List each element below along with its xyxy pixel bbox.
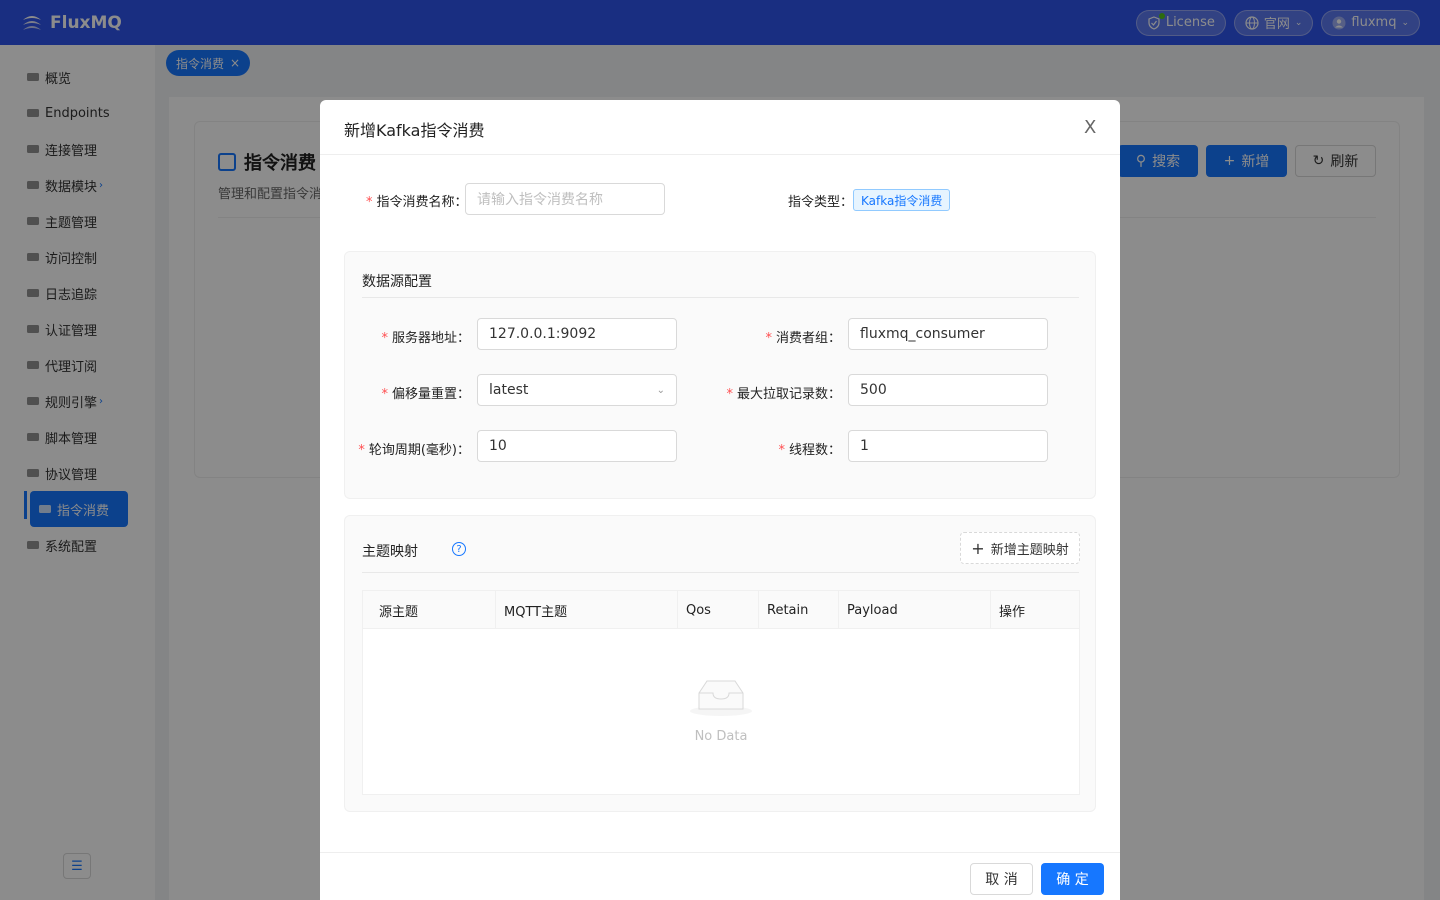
close-icon[interactable]: X	[1084, 117, 1102, 138]
confirm-button[interactable]: 确 定	[1041, 863, 1104, 895]
column-header: 源主题	[363, 591, 496, 629]
group-input[interactable]: fluxmq_consumer	[848, 318, 1048, 350]
modal-footer-divider	[320, 852, 1120, 853]
column-header: Payload	[839, 591, 991, 629]
divider	[362, 297, 1079, 298]
add-kafka-modal: 新增Kafka指令消费 X * 指令消费名称： 请输入指令消费名称 指令类型： K…	[320, 100, 1120, 900]
help-icon[interactable]: ?	[452, 542, 466, 556]
modal-title: 新增Kafka指令消费	[344, 121, 485, 140]
threads-input[interactable]: 1	[848, 430, 1048, 462]
name-label: * 指令消费名称：	[366, 195, 468, 210]
column-header: MQTT主题	[496, 591, 678, 629]
max-records-label: * 最大拉取记录数：	[726, 387, 841, 402]
offset-select[interactable]: latest ⌄	[477, 374, 677, 406]
server-label: * 服务器地址：	[381, 331, 470, 346]
poll-label: * 轮询周期(毫秒)：	[358, 443, 470, 458]
offset-label: * 偏移量重置：	[381, 387, 470, 402]
datasource-title: 数据源配置	[362, 274, 432, 290]
server-input[interactable]: 127.0.0.1:9092	[477, 318, 677, 350]
type-label: 指令类型：	[788, 195, 854, 210]
max-records-input[interactable]: 500	[848, 374, 1048, 406]
table-header: 源主题 MQTT主题 Qos Retain Payload 操作	[363, 591, 1079, 629]
column-header: Qos	[678, 591, 759, 629]
add-mapping-button[interactable]: + 新增主题映射	[960, 532, 1080, 564]
add-mapping-label: 新增主题映射	[990, 542, 1069, 558]
chevron-down-icon: ⌄	[656, 384, 665, 396]
divider	[362, 572, 1079, 573]
empty-text: No Data	[694, 729, 748, 744]
type-tag: Kafka指令消费	[853, 189, 951, 211]
name-input[interactable]: 请输入指令消费名称	[465, 183, 665, 215]
datasource-section: 数据源配置 * 服务器地址： 127.0.0.1:9092 * 消费者组： flux…	[344, 251, 1096, 499]
poll-input[interactable]: 10	[477, 430, 677, 462]
cancel-button[interactable]: 取 消	[970, 863, 1033, 895]
column-header: Retain	[759, 591, 839, 629]
group-label: * 消费者组：	[765, 331, 841, 346]
topic-mapping-section: 主题映射 ? + 新增主题映射 源主题 MQTT主题 Qos Retain Pa…	[344, 515, 1096, 812]
empty-state: No Data	[363, 677, 1079, 744]
plus-icon: +	[971, 538, 985, 558]
column-header: 操作	[999, 604, 1026, 620]
empty-inbox-icon	[690, 680, 752, 716]
threads-label: * 线程数：	[778, 443, 841, 458]
mapping-title: 主题映射	[362, 544, 418, 560]
offset-value: latest	[489, 382, 529, 398]
mapping-table: 源主题 MQTT主题 Qos Retain Payload 操作 No Data	[362, 590, 1080, 795]
modal-header-divider	[320, 154, 1120, 155]
